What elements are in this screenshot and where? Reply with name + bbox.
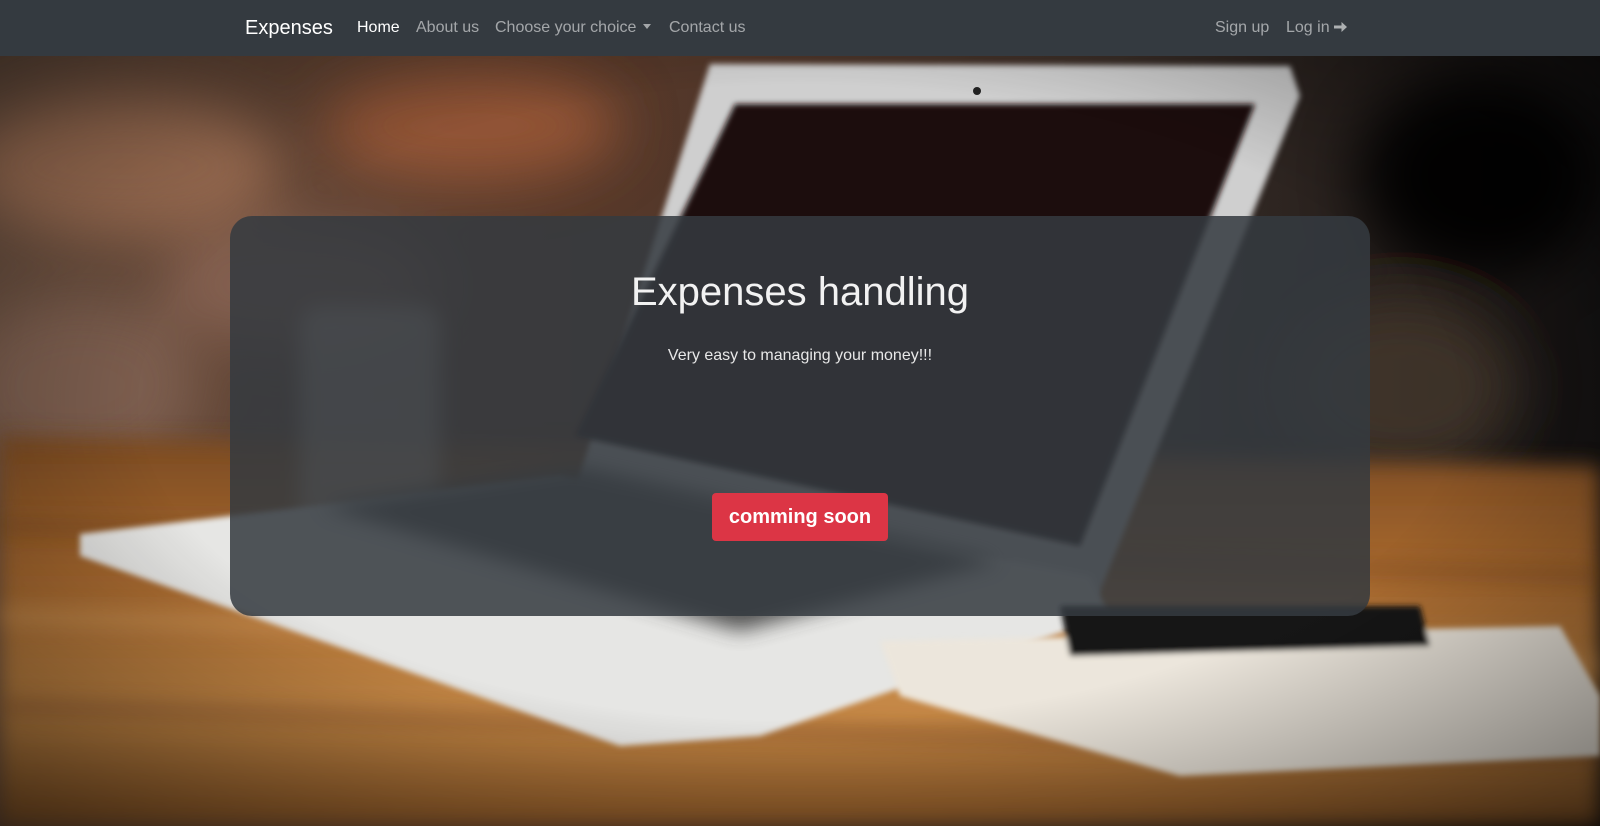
nav-home-link[interactable]: Home [357,18,400,38]
login-label: Log in [1286,19,1330,36]
brand-logo-link[interactable]: Expenses [245,15,333,41]
nav-contact-link[interactable]: Contact us [669,18,745,38]
nav-choice-label: Choose your choice [495,19,637,36]
login-link[interactable]: Log in [1286,18,1348,40]
nav-about-link[interactable]: About us [416,18,479,38]
nav-choice-dropdown[interactable]: Choose your choice [495,18,652,38]
hero-panel: Expenses handling Very easy to managing … [230,216,1370,616]
coming-soon-button[interactable]: comming soon [712,493,888,541]
hero-title: Expenses handling [630,270,970,314]
hero-subtitle: Very easy to managing your money!!! [667,347,933,364]
arrow-right-icon [1333,20,1348,40]
signup-link[interactable]: Sign up [1215,18,1269,38]
top-navbar: Expenses Home About us Choose your choic… [0,0,1600,56]
chevron-down-icon [643,24,652,29]
